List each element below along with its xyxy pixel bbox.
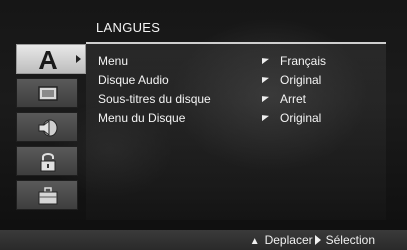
menu-row[interactable]: Menu du Disque Original: [98, 111, 378, 129]
tab-lock[interactable]: [16, 146, 78, 176]
settings-panel: Menu Français Disque Audio Original Sous…: [86, 44, 386, 220]
footer-hint: ▲︎ Deplacer Sélection: [248, 233, 375, 247]
active-arrow-icon: [76, 55, 81, 63]
menu-row[interactable]: Disque Audio Original: [98, 73, 378, 91]
row-value: Original: [280, 73, 322, 87]
sidebar: [16, 44, 86, 220]
footer-bar: ▲︎ Deplacer Sélection: [0, 230, 407, 250]
tab-language[interactable]: [16, 44, 86, 74]
display-icon: [35, 83, 61, 105]
pointer-icon: [262, 112, 269, 122]
osd-screen: LANGUES Menu Français Disque Audio Origi…: [0, 0, 407, 250]
pointer-icon: [262, 93, 269, 103]
menu-row[interactable]: Menu Français: [98, 54, 378, 72]
title-bar: LANGUES: [86, 14, 386, 44]
tab-others[interactable]: [16, 180, 78, 210]
right-arrow-icon: [314, 235, 321, 245]
toolbox-icon: [35, 185, 61, 207]
row-label: Menu: [98, 54, 129, 68]
lock-icon: [35, 151, 61, 173]
row-value: Arret: [280, 92, 307, 106]
language-a-icon: [35, 49, 61, 71]
row-value: Français: [280, 54, 327, 68]
tab-audio[interactable]: [16, 112, 78, 142]
row-label: Menu du Disque: [98, 111, 186, 125]
up-down-arrow-icon: ▲︎: [249, 236, 260, 247]
audio-speaker-icon: [35, 117, 61, 139]
row-value: Original: [280, 111, 322, 125]
row-label: Disque Audio: [98, 73, 169, 87]
page-title: LANGUES: [96, 20, 161, 35]
menu-row[interactable]: Sous-titres du disque Arret: [98, 92, 378, 110]
select-hint-label: Sélection: [325, 233, 375, 247]
move-hint-label: Deplacer: [264, 233, 313, 247]
pointer-icon: [262, 55, 269, 65]
row-label: Sous-titres du disque: [98, 92, 211, 106]
pointer-icon: [262, 74, 269, 84]
tab-display[interactable]: [16, 78, 78, 108]
